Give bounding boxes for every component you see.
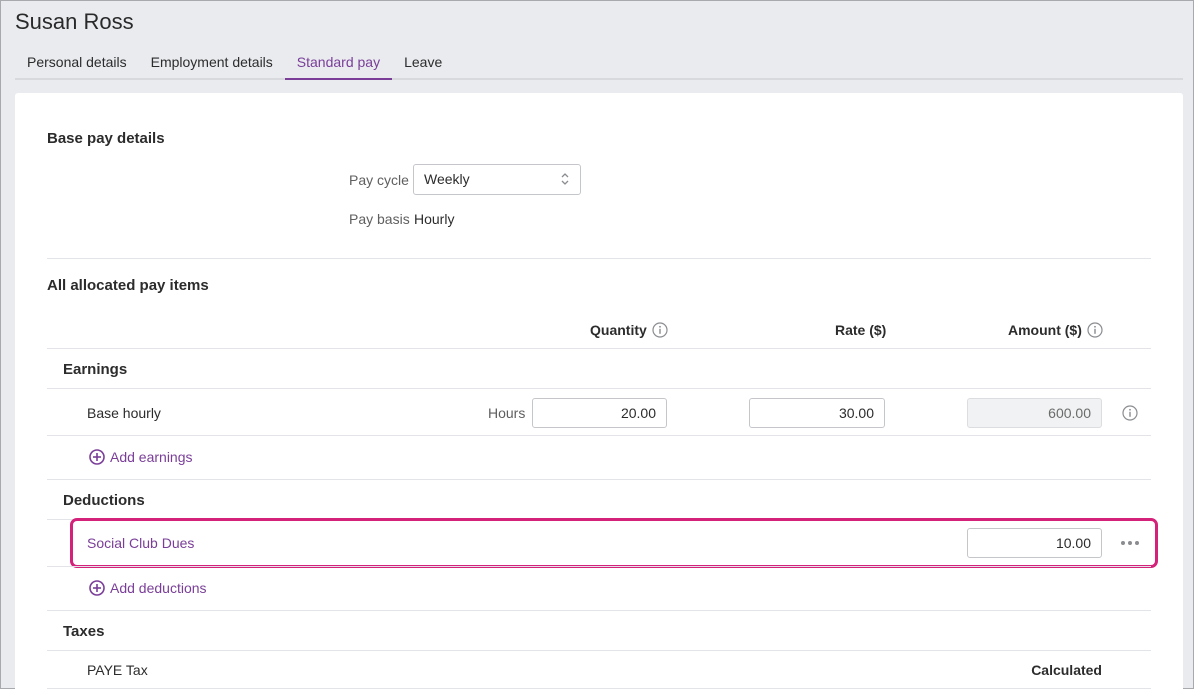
chevron-up-down-icon	[561, 173, 569, 185]
add-deductions-link[interactable]: Add deductions	[89, 580, 207, 596]
deduction-amount-input[interactable]: 10.00	[967, 528, 1102, 558]
divider	[47, 388, 1151, 389]
info-icon[interactable]	[652, 322, 668, 338]
plus-circle-icon	[89, 580, 105, 596]
tab-bar: Personal details Employment details Stan…	[15, 49, 1183, 80]
rate-column-header: Rate ($)	[835, 322, 886, 338]
standard-pay-card: Base pay details Pay cycle Weekly Pay ba…	[15, 93, 1183, 689]
page-title: Susan Ross	[15, 9, 134, 34]
tab-employment-details[interactable]: Employment details	[139, 49, 285, 80]
base-pay-details-heading: Base pay details	[47, 130, 165, 147]
pay-basis-value: Hourly	[414, 211, 455, 227]
plus-circle-icon	[89, 449, 105, 465]
info-icon[interactable]	[1087, 322, 1103, 338]
quantity-column-header: Quantity	[590, 322, 668, 338]
pay-basis-label: Pay basis	[349, 211, 410, 227]
divider	[47, 258, 1151, 259]
add-earnings-label: Add earnings	[110, 449, 193, 465]
add-deductions-label: Add deductions	[110, 580, 207, 596]
amount-readonly-field: 600.00	[967, 398, 1102, 428]
quantity-unit-label: Hours	[488, 405, 526, 421]
quantity-input[interactable]: 20.00	[532, 398, 667, 428]
rate-header-label: Rate ($)	[835, 322, 887, 338]
tab-leave[interactable]: Leave	[392, 49, 454, 80]
deductions-heading: Deductions	[63, 492, 145, 509]
amount-header-label: Amount ($)	[1008, 322, 1082, 338]
rate-input[interactable]: 30.00	[749, 398, 885, 428]
pay-cycle-select[interactable]: Weekly	[413, 164, 581, 195]
tax-row-label: PAYE Tax	[87, 662, 148, 678]
earnings-heading: Earnings	[63, 361, 128, 378]
divider	[47, 566, 1151, 567]
tab-standard-pay[interactable]: Standard pay	[284, 49, 393, 80]
tax-amount-value: Calculated	[1031, 662, 1102, 678]
divider	[47, 650, 1151, 651]
amount-column-header: Amount ($)	[1008, 322, 1103, 338]
divider	[47, 348, 1151, 349]
divider	[47, 479, 1151, 480]
add-earnings-link[interactable]: Add earnings	[89, 449, 193, 465]
deduction-row-link[interactable]: Social Club Dues	[87, 535, 194, 551]
pay-cycle-value: Weekly	[424, 171, 470, 187]
tab-personal-details[interactable]: Personal details	[15, 49, 139, 80]
divider	[47, 610, 1151, 611]
more-options-icon[interactable]	[1119, 538, 1141, 548]
divider	[47, 435, 1151, 436]
divider	[47, 519, 1151, 520]
earning-row-label: Base hourly	[87, 405, 161, 421]
quantity-header-label: Quantity	[590, 322, 647, 338]
pay-cycle-label: Pay cycle	[349, 172, 409, 188]
pay-items-heading: All allocated pay items	[47, 277, 209, 294]
info-icon[interactable]	[1122, 405, 1138, 421]
taxes-heading: Taxes	[63, 623, 105, 640]
